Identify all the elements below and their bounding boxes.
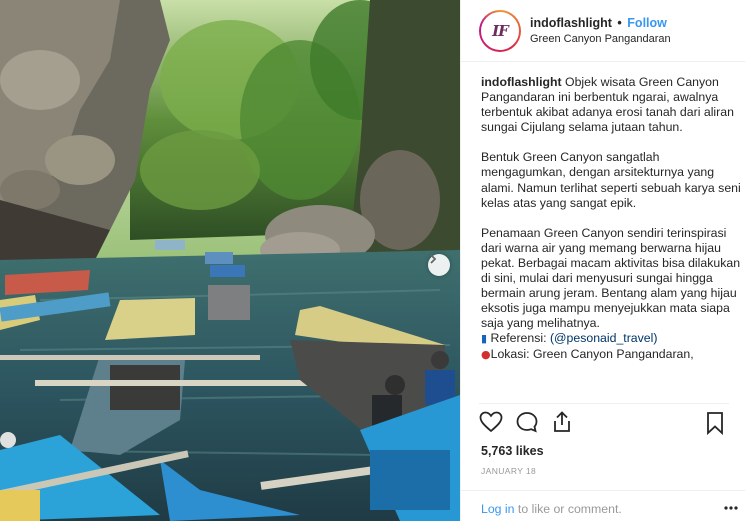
caption-paragraph-3: Penamaan Green Canyon sendiri terinspira… bbox=[481, 225, 741, 331]
comment-button[interactable] bbox=[515, 411, 539, 438]
share-icon bbox=[554, 411, 570, 432]
header-username[interactable]: indoflashlight bbox=[530, 16, 612, 30]
instagram-post: IF indoflashlight • Follow Green Canyon … bbox=[0, 0, 745, 521]
caption-paragraph-1: indoflashlight Objek wisata Green Canyon… bbox=[481, 75, 741, 135]
post-caption: indoflashlight Objek wisata Green Canyon… bbox=[481, 75, 741, 402]
login-prompt: Log in to like or comment. bbox=[481, 502, 622, 516]
header-text: indoflashlight • Follow Green Canyon Pan… bbox=[530, 16, 671, 45]
action-bar bbox=[479, 411, 729, 437]
login-footer: Log in to like or comment. bbox=[461, 490, 745, 521]
login-link[interactable]: Log in bbox=[481, 502, 515, 516]
share-button[interactable] bbox=[551, 411, 573, 438]
caption-paragraph-2: Bentuk Green Canyon sangatlah mengagumka… bbox=[481, 150, 741, 210]
avatar[interactable]: IF bbox=[479, 9, 521, 52]
bookmark-icon bbox=[707, 412, 723, 436]
next-image-button[interactable] bbox=[428, 254, 450, 276]
green-canyon-photo bbox=[0, 0, 460, 521]
like-button[interactable] bbox=[479, 411, 503, 438]
heart-icon bbox=[479, 411, 503, 433]
header-row: indoflashlight • Follow bbox=[530, 16, 671, 30]
chevron-right-icon bbox=[430, 254, 437, 264]
location-text: Lokasi: Green Canyon Pangandaran, bbox=[490, 346, 694, 361]
book-icon: ▮ bbox=[481, 332, 488, 346]
post-photo[interactable] bbox=[0, 0, 460, 521]
post-date[interactable]: JANUARY 18 bbox=[481, 466, 536, 476]
comment-icon bbox=[516, 412, 538, 433]
reference-mention-link[interactable]: (@pesonaid_travel) bbox=[550, 331, 658, 345]
save-button[interactable] bbox=[705, 411, 725, 440]
caption-location: ●Lokasi: Green Canyon Pangandaran, bbox=[481, 347, 741, 362]
caption-username[interactable]: indoflashlight bbox=[481, 75, 562, 89]
divider bbox=[479, 403, 729, 404]
caption-reference: ▮ Referensi: (@pesonaid_travel) bbox=[481, 331, 741, 346]
follow-button[interactable]: Follow bbox=[627, 16, 667, 30]
location-link[interactable]: Green Canyon Pangandaran bbox=[530, 33, 671, 45]
separator-dot: • bbox=[617, 16, 622, 30]
login-prompt-rest: to like or comment. bbox=[514, 502, 622, 516]
post-header: IF indoflashlight • Follow Green Canyon … bbox=[461, 0, 745, 62]
avatar-image: IF bbox=[481, 11, 519, 50]
post-side-panel: IF indoflashlight • Follow Green Canyon … bbox=[460, 0, 745, 521]
likes-count[interactable]: 5,763 likes bbox=[481, 444, 544, 458]
more-options-icon[interactable] bbox=[724, 506, 738, 510]
avatar-logo: IF bbox=[492, 21, 509, 40]
reference-label: Referensi: bbox=[490, 331, 550, 346]
round-pushpin-icon: ● bbox=[481, 347, 491, 361]
